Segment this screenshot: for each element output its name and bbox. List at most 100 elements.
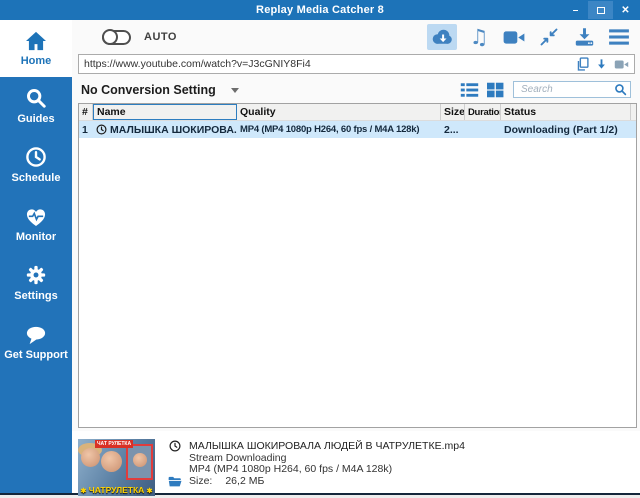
row-name-text: МАЛЫШКА ШОКИРОВА... xyxy=(110,123,237,136)
folder-icon[interactable] xyxy=(168,476,182,487)
row-name: МАЛЫШКА ШОКИРОВА... xyxy=(93,121,237,138)
column-header-status[interactable]: Status xyxy=(501,104,631,120)
thumbnail-art xyxy=(101,451,122,472)
detail-size-value: 26,2 МБ xyxy=(225,475,265,487)
titlebar: Replay Media Catcher 8 – ✕ xyxy=(0,0,640,20)
main-panel: AUTO ♫ https://www.youtube.com/watch?v=J… xyxy=(72,20,640,496)
sidebar: Home Guides Schedule Monitor Settings Ge… xyxy=(0,20,72,493)
thumbnail-title: ЧАТРУЛЕТКА xyxy=(88,485,145,495)
gear-icon xyxy=(25,264,47,286)
search-input[interactable] xyxy=(519,83,614,96)
scheduled-clock-icon xyxy=(96,124,107,135)
row-duration xyxy=(465,121,501,138)
grid-view-icon[interactable] xyxy=(486,82,504,98)
column-header-size[interactable]: Size xyxy=(441,104,465,120)
content-area: Home Guides Schedule Monitor Settings Ge… xyxy=(0,20,640,496)
toolbar: AUTO ♫ xyxy=(72,20,640,54)
column-header-name[interactable]: Name xyxy=(93,104,237,120)
sidebar-item-guides[interactable]: Guides xyxy=(0,77,72,136)
camera-grab-icon[interactable] xyxy=(614,59,629,70)
row-status: Downloading (Part 1/2) xyxy=(504,123,618,136)
music-note-icon: ♫ xyxy=(469,24,489,49)
shrink-icon xyxy=(539,27,559,47)
conversion-setting-dropdown[interactable]: No Conversion Setting xyxy=(81,83,216,97)
star-icon: ✱ xyxy=(80,488,87,495)
maximize-icon xyxy=(596,6,605,14)
row-quality: MP4 (MP4 1080p H264, 60 fps / M4A 128k) xyxy=(240,124,420,135)
sidebar-item-label: Schedule xyxy=(11,172,61,184)
thumbnail-title-text: ✱ ЧАТРУЛЕТКА ✱ xyxy=(78,485,155,495)
column-header-duration[interactable]: Duration xyxy=(465,104,501,120)
sidebar-item-home[interactable]: Home xyxy=(0,20,72,77)
table-header: # Name Quality Size Duration Status xyxy=(79,104,636,121)
detail-status-line: Stream Downloading xyxy=(168,452,632,464)
row-spacer xyxy=(631,121,636,138)
download-save-icon xyxy=(573,26,596,48)
detail-format: MP4 (MP4 1080p H264, 60 fps / M4A 128k) xyxy=(189,463,393,476)
url-field-icons xyxy=(576,57,634,71)
close-button[interactable]: ✕ xyxy=(613,1,638,19)
detail-status: Stream Downloading xyxy=(189,451,287,464)
star-icon: ✱ xyxy=(146,488,153,495)
url-field-wrap xyxy=(78,54,635,74)
table-row[interactable]: 1 МАЛЫШКА ШОКИРОВА... MP4 (MP4 1080p H26… xyxy=(79,121,636,138)
conversion-row: No Conversion Setting xyxy=(72,76,640,103)
menu-icon xyxy=(608,28,630,46)
paste-icon[interactable] xyxy=(576,57,589,71)
view-switcher xyxy=(460,82,504,98)
url-input[interactable] xyxy=(79,58,576,70)
detail-size-line: Size: 26,2 МБ xyxy=(168,475,632,487)
maximize-button[interactable] xyxy=(588,1,613,19)
column-header-quality[interactable]: Quality xyxy=(237,104,441,120)
sidebar-item-get-support[interactable]: Get Support xyxy=(0,313,72,372)
video-capture-button[interactable] xyxy=(501,24,527,50)
sidebar-item-settings[interactable]: Settings xyxy=(0,254,72,313)
cloud-download-button[interactable] xyxy=(427,24,457,50)
list-view-icon[interactable] xyxy=(460,82,479,98)
column-header-spacer xyxy=(631,104,636,120)
thumbnail-art xyxy=(133,453,147,467)
auto-toggle-group: AUTO xyxy=(102,29,177,45)
toggle-knob-icon xyxy=(102,29,118,45)
sidebar-item-label: Home xyxy=(20,55,52,67)
column-header-num[interactable]: # xyxy=(79,104,93,120)
detail-filename: МАЛЫШКА ШОКИРОВАЛА ЛЮДЕЙ В ЧАТРУЛЕТКЕ.mp… xyxy=(189,440,465,452)
chevron-down-icon[interactable] xyxy=(230,88,239,93)
toolbar-icon-group: ♫ xyxy=(427,24,632,50)
clock-icon xyxy=(25,146,47,168)
heart-pulse-icon xyxy=(24,205,48,227)
sidebar-item-monitor[interactable]: Monitor xyxy=(0,195,72,254)
window-title: Replay Media Catcher 8 xyxy=(256,4,384,16)
sidebar-item-label: Settings xyxy=(14,290,58,302)
shrink-window-button[interactable] xyxy=(536,24,562,50)
details-text: МАЛЫШКА ШОКИРОВАЛА ЛЮДЕЙ В ЧАТРУЛЕТКЕ.mp… xyxy=(168,439,632,489)
scheduled-clock-icon xyxy=(168,440,182,452)
search-box xyxy=(513,81,631,98)
row-size: 2... xyxy=(444,123,459,136)
url-row xyxy=(72,54,640,76)
details-panel: ЧАТ РУЛЕТКА ✱ ЧАТРУЛЕТКА ✱ МАЛЫШКА ШОКИР… xyxy=(72,431,640,496)
menu-button[interactable] xyxy=(606,24,632,50)
thumbnail-art xyxy=(126,444,153,480)
music-capture-button[interactable]: ♫ xyxy=(466,24,492,50)
download-arrow-icon[interactable] xyxy=(595,58,608,71)
home-icon xyxy=(25,29,47,51)
search-icon xyxy=(25,87,47,109)
save-downloads-button[interactable] xyxy=(571,24,597,50)
cloud-download-icon xyxy=(430,27,454,47)
sidebar-item-schedule[interactable]: Schedule xyxy=(0,136,72,195)
table-empty-area xyxy=(79,138,636,427)
thumbnail-banner-text: ЧАТ РУЛЕТКА xyxy=(95,440,134,448)
window-controls: – ✕ xyxy=(563,0,638,20)
video-camera-icon xyxy=(502,29,526,46)
search-icon[interactable] xyxy=(614,83,627,96)
sidebar-item-label: Get Support xyxy=(4,349,68,361)
thumbnail-art xyxy=(81,448,100,467)
auto-toggle[interactable] xyxy=(102,29,131,45)
video-thumbnail: ЧАТ РУЛЕТКА ✱ ЧАТРУЛЕТКА ✱ xyxy=(78,439,155,496)
minimize-button[interactable]: – xyxy=(563,1,588,19)
sidebar-item-label: Monitor xyxy=(15,231,57,243)
chat-bubble-icon xyxy=(24,323,48,345)
auto-label: AUTO xyxy=(144,31,177,43)
row-num: 1 xyxy=(82,123,88,136)
